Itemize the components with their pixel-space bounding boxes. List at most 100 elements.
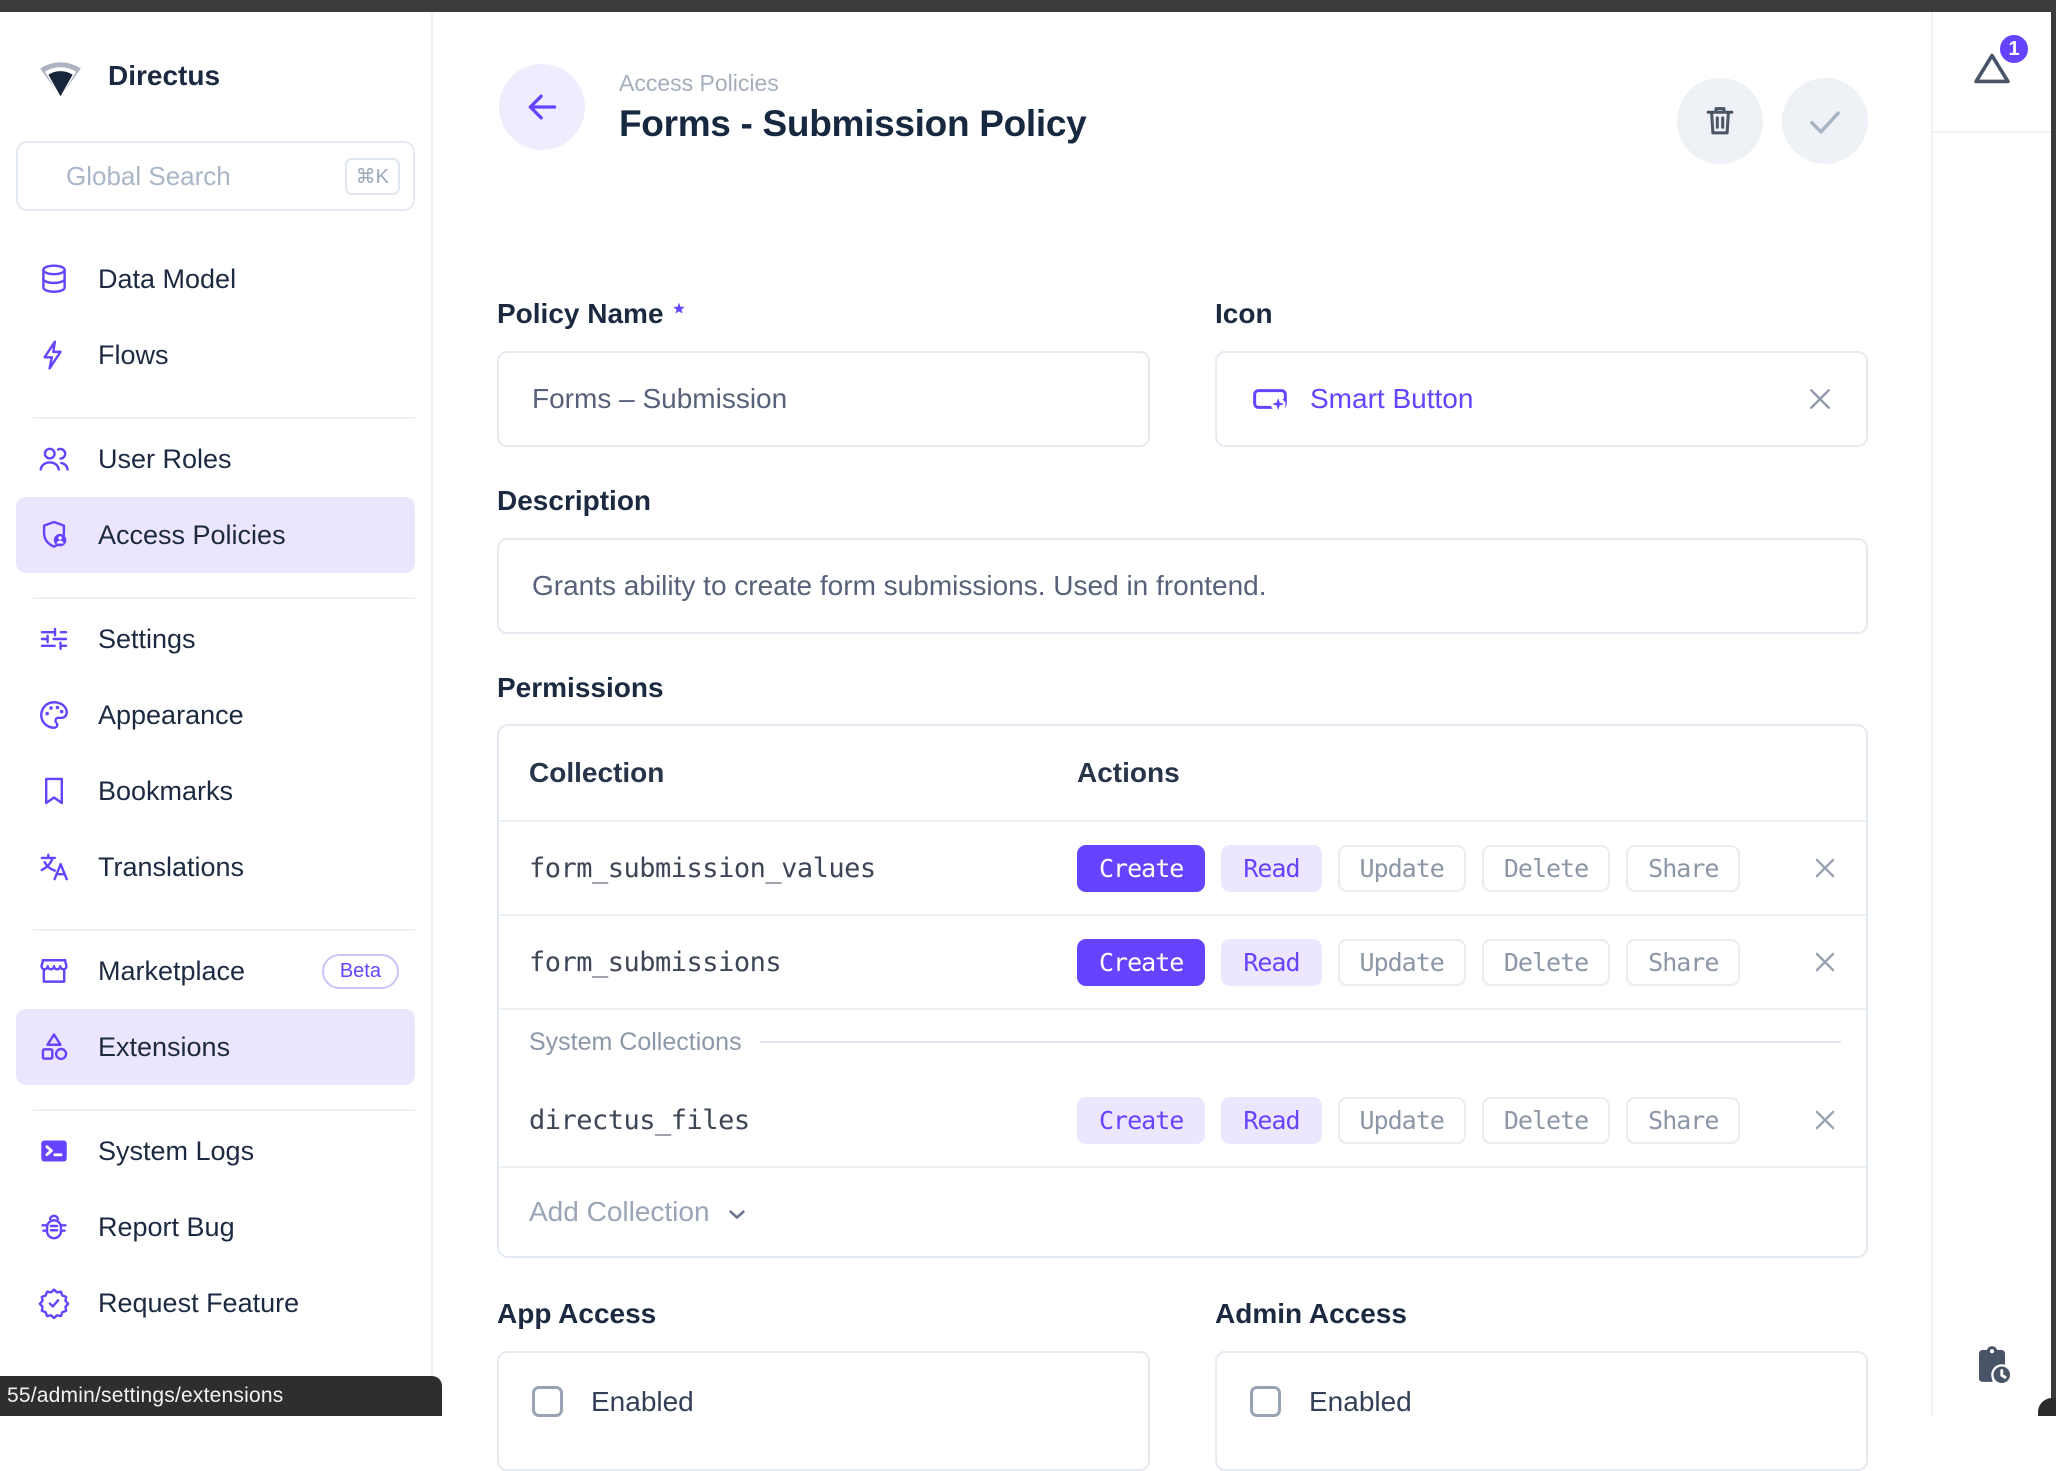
action-chip-create[interactable]: Create bbox=[1077, 845, 1205, 892]
sidebar-item-label: Flows bbox=[98, 340, 169, 371]
action-chip-update[interactable]: Update bbox=[1338, 939, 1466, 986]
sidebar-divider bbox=[33, 597, 415, 599]
sidebar-item-bookmarks[interactable]: Bookmarks bbox=[16, 753, 415, 829]
icon-input[interactable]: Smart Button bbox=[1215, 351, 1868, 447]
action-chip-delete[interactable]: Delete bbox=[1482, 939, 1610, 986]
action-chips: Create Read Update Delete Share bbox=[1077, 1097, 1740, 1144]
breadcrumb[interactable]: Access Policies bbox=[619, 70, 1086, 97]
save-button[interactable] bbox=[1782, 78, 1868, 164]
remove-row-icon[interactable] bbox=[1810, 1105, 1840, 1135]
remove-row-icon[interactable] bbox=[1810, 947, 1840, 977]
brand: Directus bbox=[37, 52, 415, 99]
sidebar-divider bbox=[33, 1109, 415, 1111]
header-actions bbox=[1677, 78, 1868, 164]
main-content: Access Policies Forms - Submission Polic… bbox=[435, 12, 1931, 1416]
admin-access-label: Admin Access bbox=[1215, 1300, 1868, 1328]
arrow-left-icon bbox=[522, 87, 562, 127]
app-access-checkbox-label: Enabled bbox=[591, 1386, 694, 1417]
action-chip-read[interactable]: Read bbox=[1221, 845, 1321, 892]
seal-check-icon bbox=[37, 1286, 71, 1320]
action-chip-create[interactable]: Create bbox=[1077, 1097, 1205, 1144]
storefront-icon bbox=[37, 954, 71, 988]
notification-count-badge: 1 bbox=[1997, 32, 2031, 66]
chevron-down-icon bbox=[723, 1200, 751, 1228]
system-collections-divider: System Collections bbox=[499, 1010, 1866, 1074]
collection-name: form_submission_values bbox=[499, 853, 1077, 884]
sidebar-item-extensions[interactable]: Extensions bbox=[16, 1009, 415, 1085]
action-chip-create[interactable]: Create bbox=[1077, 939, 1205, 986]
collection-name: form_submissions bbox=[499, 947, 1077, 978]
sidebar-item-label: Data Model bbox=[98, 264, 236, 295]
sidebar: Directus Global Search ⌘K Data Model Flow… bbox=[0, 12, 433, 1416]
action-chip-read[interactable]: Read bbox=[1221, 939, 1321, 986]
bolt-icon bbox=[37, 338, 71, 372]
os-top-bar bbox=[0, 0, 2056, 12]
action-chip-share[interactable]: Share bbox=[1626, 845, 1740, 892]
back-button[interactable] bbox=[499, 64, 585, 150]
admin-access-checkbox-label: Enabled bbox=[1309, 1386, 1412, 1417]
translate-icon bbox=[37, 850, 71, 884]
remove-row-icon[interactable] bbox=[1810, 853, 1840, 883]
divider-line bbox=[760, 1041, 1841, 1043]
app-access-box: Enabled bbox=[497, 1351, 1150, 1471]
admin-access-checkbox[interactable] bbox=[1250, 1386, 1281, 1417]
right-sidebar: 1 bbox=[1931, 12, 2051, 1416]
action-chip-update[interactable]: Update bbox=[1338, 845, 1466, 892]
system-collections-label: System Collections bbox=[529, 1028, 742, 1057]
revisions-button[interactable] bbox=[1969, 1342, 2015, 1388]
description-input[interactable]: Grants ability to create form submission… bbox=[497, 538, 1868, 634]
sidebar-item-system-logs[interactable]: System Logs bbox=[16, 1113, 415, 1189]
policy-form: Policy Name Forms – Submission Icon bbox=[497, 300, 1868, 1471]
action-chip-share[interactable]: Share bbox=[1626, 939, 1740, 986]
database-icon bbox=[37, 262, 71, 296]
check-icon bbox=[1804, 100, 1846, 142]
smart-button-icon bbox=[1250, 379, 1290, 419]
description-label: Description bbox=[497, 487, 1868, 515]
admin-access-box: Enabled bbox=[1215, 1351, 1868, 1471]
add-collection-button[interactable]: Add Collection bbox=[499, 1168, 1866, 1256]
page-title: Forms - Submission Policy bbox=[619, 103, 1086, 145]
sidebar-item-user-roles[interactable]: User Roles bbox=[16, 421, 415, 497]
policy-name-input[interactable]: Forms – Submission bbox=[497, 351, 1150, 447]
sidebar-item-request-feature[interactable]: Request Feature bbox=[16, 1265, 415, 1341]
clipboard-clock-icon bbox=[1969, 1342, 2015, 1388]
app-access-checkbox[interactable] bbox=[532, 1386, 563, 1417]
status-url-tooltip: 55/admin/settings/extensions bbox=[0, 1376, 442, 1416]
action-chip-share[interactable]: Share bbox=[1626, 1097, 1740, 1144]
notifications-button[interactable]: 1 bbox=[1969, 46, 2015, 97]
sidebar-item-data-model[interactable]: Data Model bbox=[16, 241, 415, 317]
action-chip-delete[interactable]: Delete bbox=[1482, 845, 1610, 892]
permissions-table-header: Collection Actions bbox=[499, 726, 1866, 822]
action-chip-read[interactable]: Read bbox=[1221, 1097, 1321, 1144]
bug-icon bbox=[37, 1210, 71, 1244]
permissions-table: Collection Actions form_submission_value… bbox=[497, 724, 1868, 1258]
policy-name-label: Policy Name bbox=[497, 300, 1150, 328]
sidebar-nav: Data Model Flows User RolesAccess Policies… bbox=[0, 241, 431, 1341]
brand-name: Directus bbox=[108, 60, 220, 92]
sidebar-item-label: Bookmarks bbox=[98, 776, 233, 807]
sidebar-item-report-bug[interactable]: Report Bug bbox=[16, 1189, 415, 1265]
action-chip-delete[interactable]: Delete bbox=[1482, 1097, 1610, 1144]
category-icon bbox=[37, 1030, 71, 1064]
global-search-input[interactable]: Global Search ⌘K bbox=[16, 141, 415, 211]
permission-row-form-submissions: form_submissionsCreate Read Update Delete Sh… bbox=[499, 916, 1866, 1010]
sidebar-item-label: Appearance bbox=[98, 700, 244, 731]
sidebar-item-appearance[interactable]: Appearance bbox=[16, 677, 415, 753]
app-access-label: App Access bbox=[497, 1300, 1150, 1328]
search-shortcut-key: ⌘K bbox=[345, 158, 400, 195]
sidebar-item-label: Report Bug bbox=[98, 1212, 235, 1243]
icon-value: Smart Button bbox=[1310, 383, 1473, 415]
tune-icon bbox=[37, 622, 71, 656]
close-icon[interactable] bbox=[1804, 383, 1836, 415]
action-chip-update[interactable]: Update bbox=[1338, 1097, 1466, 1144]
delete-button[interactable] bbox=[1677, 78, 1763, 164]
sidebar-item-translations[interactable]: Translations bbox=[16, 829, 415, 905]
sidebar-item-label: Marketplace bbox=[98, 956, 245, 987]
sidebar-item-label: Settings bbox=[98, 624, 196, 655]
sidebar-item-settings[interactable]: Settings bbox=[16, 601, 415, 677]
sidebar-divider bbox=[33, 417, 415, 419]
sidebar-item-flows[interactable]: Flows bbox=[16, 317, 415, 393]
sidebar-item-access-policies[interactable]: Access Policies bbox=[16, 497, 415, 573]
shield-user-icon bbox=[37, 518, 71, 552]
sidebar-item-marketplace[interactable]: MarketplaceBeta bbox=[16, 933, 415, 1009]
